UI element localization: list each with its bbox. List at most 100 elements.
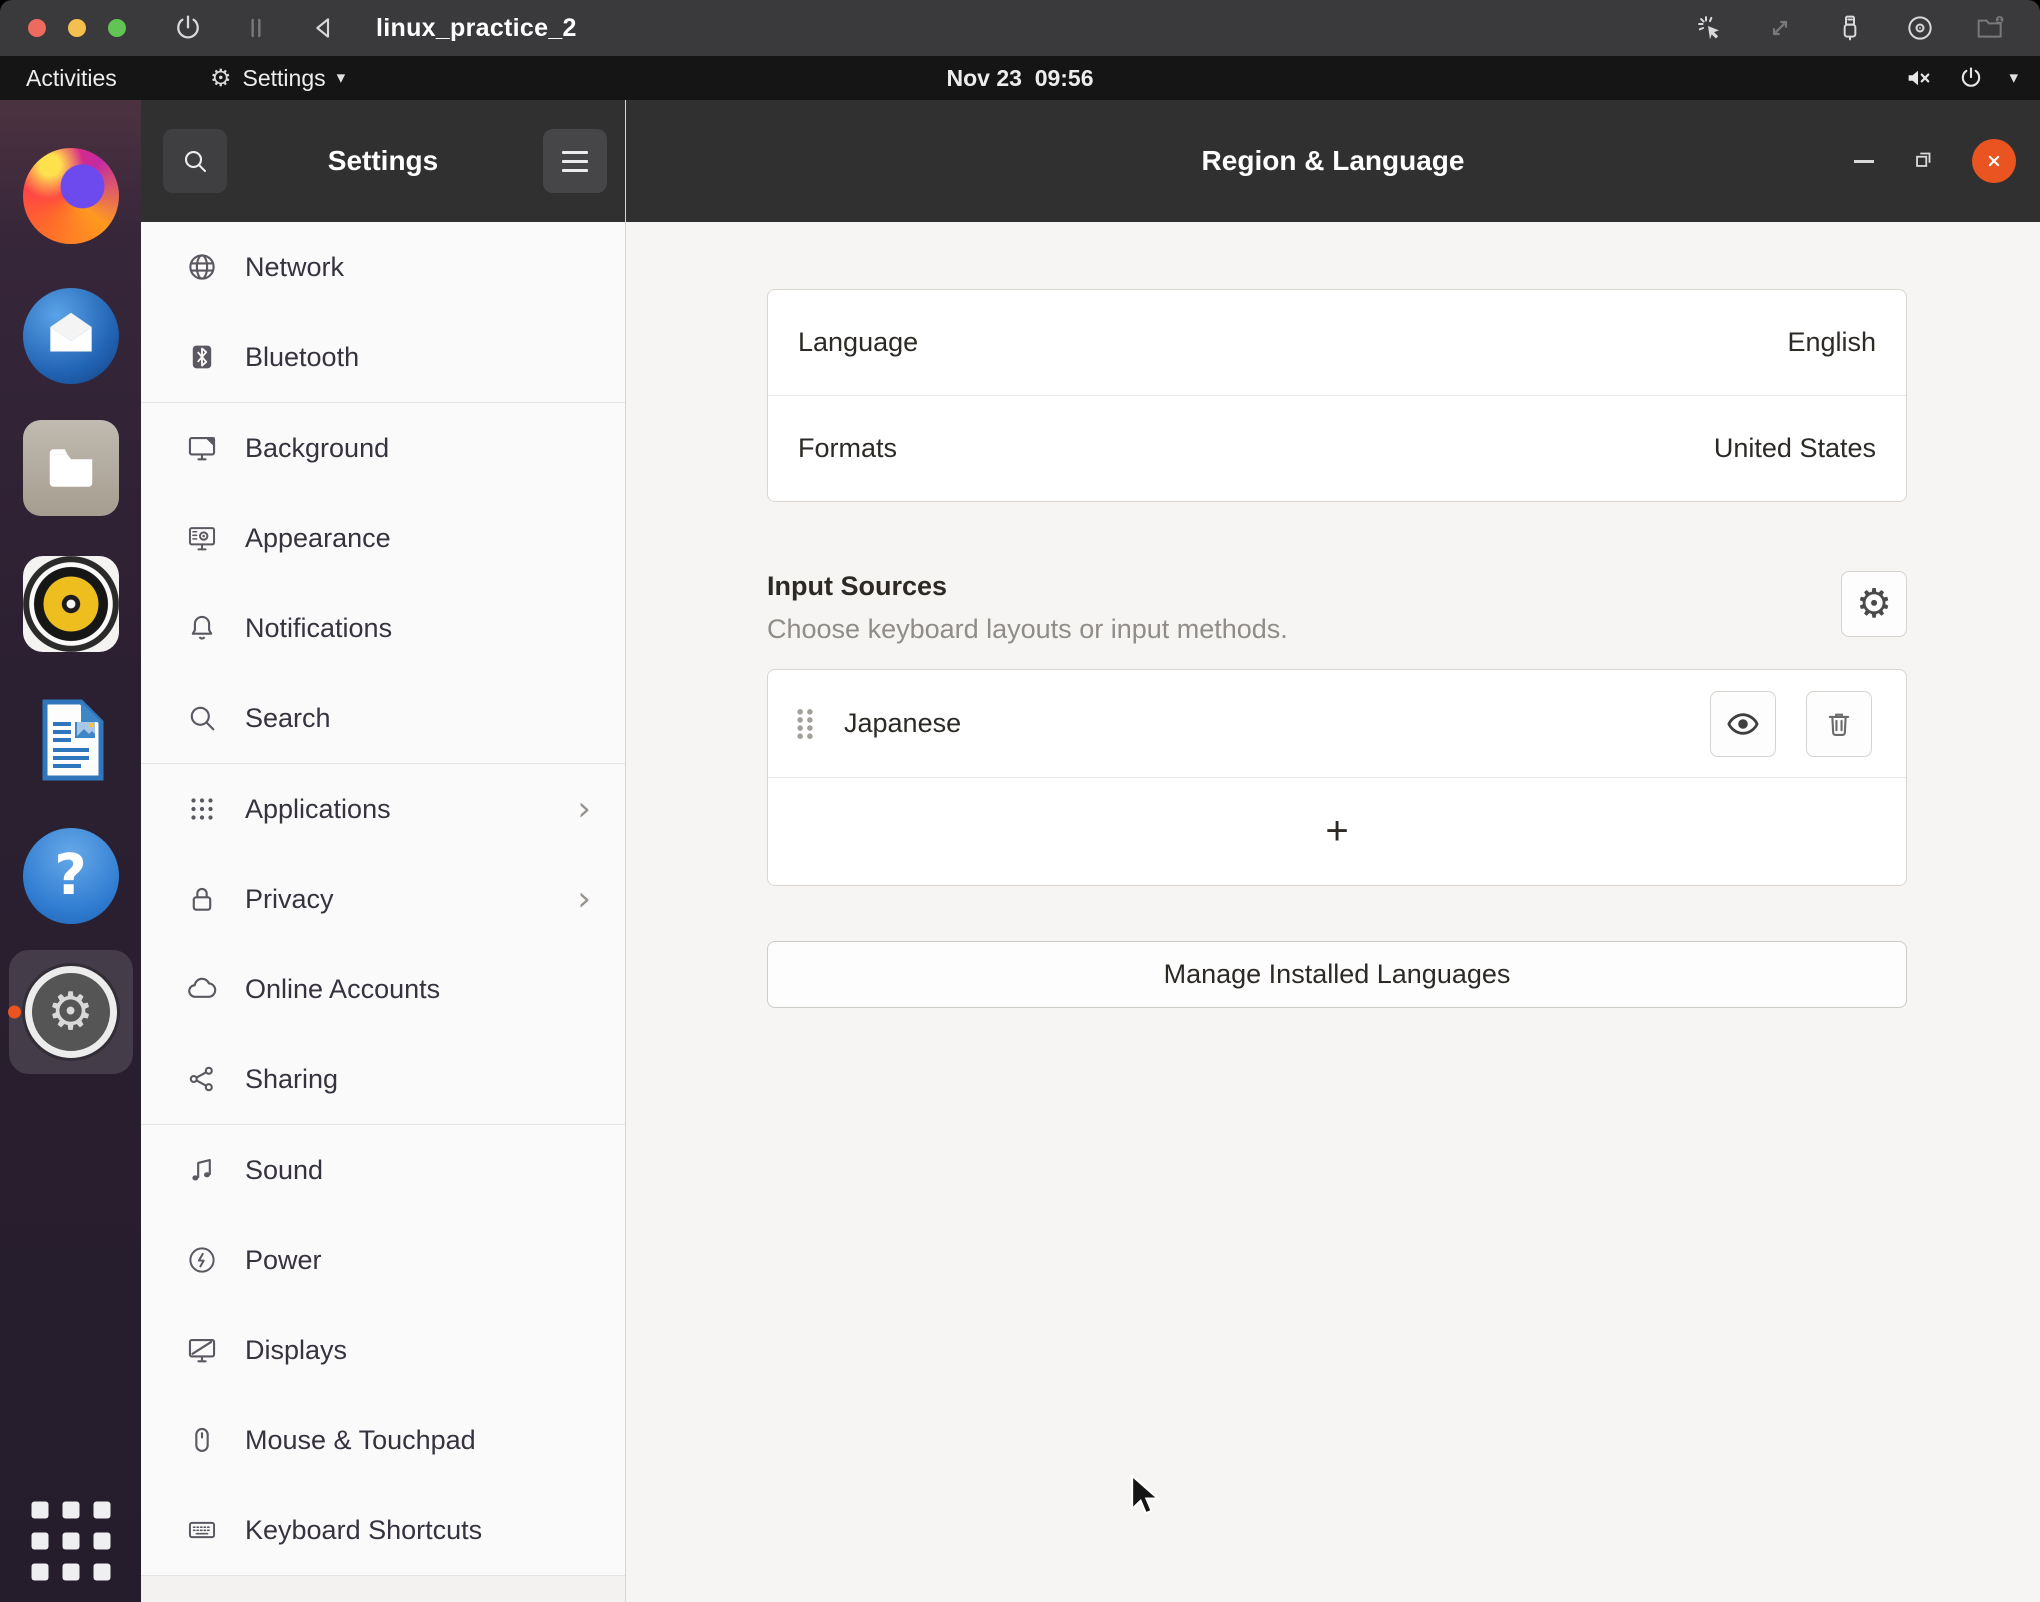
mouse-cursor [1131,1474,1161,1515]
chevron-right-icon: › [577,879,591,919]
language-value: English [1787,327,1876,357]
activities-button[interactable]: Activities [26,56,117,100]
dock-firefox-icon[interactable] [22,148,119,244]
sidebar-item-label: Appearance [245,522,391,553]
sidebar-item-displays[interactable]: Displays [141,1305,625,1395]
dock-settings-icon[interactable]: ⚙ [8,950,133,1074]
search-icon [190,706,215,731]
question-mark-glyph: ? [54,843,87,908]
sidebar-item-bluetooth[interactable]: Bluetooth [141,312,625,402]
vm-pause-icon[interactable] [240,12,272,44]
minimize-icon [1854,159,1874,163]
cloud-icon [188,977,217,998]
sidebar-item-search[interactable]: Search [141,673,625,763]
close-button[interactable] [1972,139,2016,183]
sidebar-item-mouse-touchpad[interactable]: Mouse & Touchpad [141,1395,625,1485]
restore-icon [1916,152,1931,167]
vm-back-icon[interactable] [308,12,340,44]
input-sources-subtitle: Choose keyboard layouts or input methods… [767,614,1288,644]
sidebar-item-label: Background [245,432,390,463]
search-button[interactable] [163,129,227,193]
dock-rhythmbox-icon[interactable] [22,556,119,652]
sidebar-item-notifications[interactable]: Notifications [141,583,625,673]
sidebar-item-label: Online Accounts [245,973,441,1004]
app-menu-button[interactable]: ⚙ Settings ▾ [210,56,345,100]
sidebar-item-label: Notifications [245,612,393,643]
clock-button[interactable]: Nov 23 09:56 [946,56,1093,100]
sidebar-item-applications[interactable]: Applications › [141,764,625,854]
power-icon [1962,67,1981,87]
add-input-source-button[interactable]: + [768,778,1906,885]
formats-label: Formats [798,433,898,463]
optical-disc-icon[interactable] [1904,12,1936,44]
input-sources-text: Input Sources Choose keyboard layouts or… [767,571,1288,645]
traffic-lights [28,19,126,37]
minimize-button[interactable] [1854,159,1874,163]
dock-thunderbird-icon[interactable] [22,288,119,384]
sidebar-item-privacy[interactable]: Privacy › [141,854,625,944]
remove-source-button[interactable] [1806,690,1872,757]
main-headerbar: Region & Language [626,100,2040,222]
app-grid-icon [191,798,213,820]
usb-icon[interactable] [1834,12,1866,44]
formats-row[interactable]: Formats United States [768,396,1906,501]
caret-down-icon: ▾ [2009,67,2018,88]
traffic-zoom-button[interactable] [108,19,126,37]
sidebar-item-keyboard-shortcuts[interactable]: Keyboard Shortcuts [141,1485,625,1575]
running-indicator-dot [8,1005,21,1019]
gear-icon: ⚙ [24,966,117,1058]
language-row[interactable]: Language English [768,290,1906,395]
manage-installed-languages-button[interactable]: Manage Installed Languages [767,941,1907,1008]
traffic-close-button[interactable] [28,19,46,37]
desktop: ? ⚙ Settings Network Bluetooth Backgroun… [0,100,2040,1602]
drag-handle-icon[interactable] [792,706,818,742]
sidebar-title: Settings [327,145,439,176]
window-controls [1854,100,2016,222]
dock-help-icon[interactable]: ? [22,828,119,924]
input-source-actions [1710,690,1872,757]
vm-toolbar-right [1694,12,2006,44]
maximize-button[interactable] [1910,147,1936,176]
language-label: Language [798,327,919,357]
sidebar-headerbar: Settings [141,100,625,222]
sidebar-item-network[interactable]: Network [141,222,625,312]
sidebar-item-background[interactable]: Background [141,403,625,493]
sidebar-item-label: Search [245,702,331,733]
dock-files-icon[interactable] [22,420,119,516]
mouse-icon [195,1427,209,1452]
sidebar-item-online-accounts[interactable]: Online Accounts [141,944,625,1034]
share-icon [189,1066,213,1092]
traffic-minimize-button[interactable] [68,19,86,37]
pointer-click-icon[interactable] [1694,12,1726,44]
sidebar-item-label: Privacy [245,883,334,914]
writer-document-icon [42,699,103,781]
bell-icon [191,615,213,640]
view-layout-button[interactable] [1710,690,1776,757]
sidebar-bottom-edge [141,1575,625,1602]
lock-icon [192,887,212,911]
input-sources-options-button[interactable]: ⚙ [1841,571,1907,637]
caret-down-icon: ▾ [336,67,346,88]
gear-icon: ⚙ [1856,581,1892,627]
hamburger-icon [562,150,588,154]
sidebar-item-sharing[interactable]: Sharing [141,1034,625,1124]
region-language-page: Language English Formats United States I… [626,222,2040,1602]
gear-icon: ⚙ [210,64,232,92]
keyboard-icon [188,1521,216,1539]
sidebar-item-appearance[interactable]: Appearance [141,493,625,583]
resize-diagonal-icon[interactable] [1764,12,1796,44]
input-source-row-japanese[interactable]: Japanese [768,670,1906,777]
dock-libreoffice-writer-icon[interactable] [23,692,119,788]
system-status-area[interactable]: ▾ [1903,56,2018,100]
main-pane: Region & Language Language English Forma… [626,100,2040,1602]
network-icon [189,254,215,280]
primary-menu-button[interactable] [543,129,607,193]
eye-icon [1727,712,1759,735]
vm-power-icon[interactable] [172,12,204,44]
sidebar-item-label: Network [245,251,345,282]
sidebar-item-power[interactable]: Power [141,1215,625,1305]
close-icon [1988,155,2000,167]
sidebar-item-sound[interactable]: Sound [141,1125,625,1215]
shared-folder-icon[interactable] [1974,12,2006,44]
show-applications-button[interactable] [31,1501,110,1581]
